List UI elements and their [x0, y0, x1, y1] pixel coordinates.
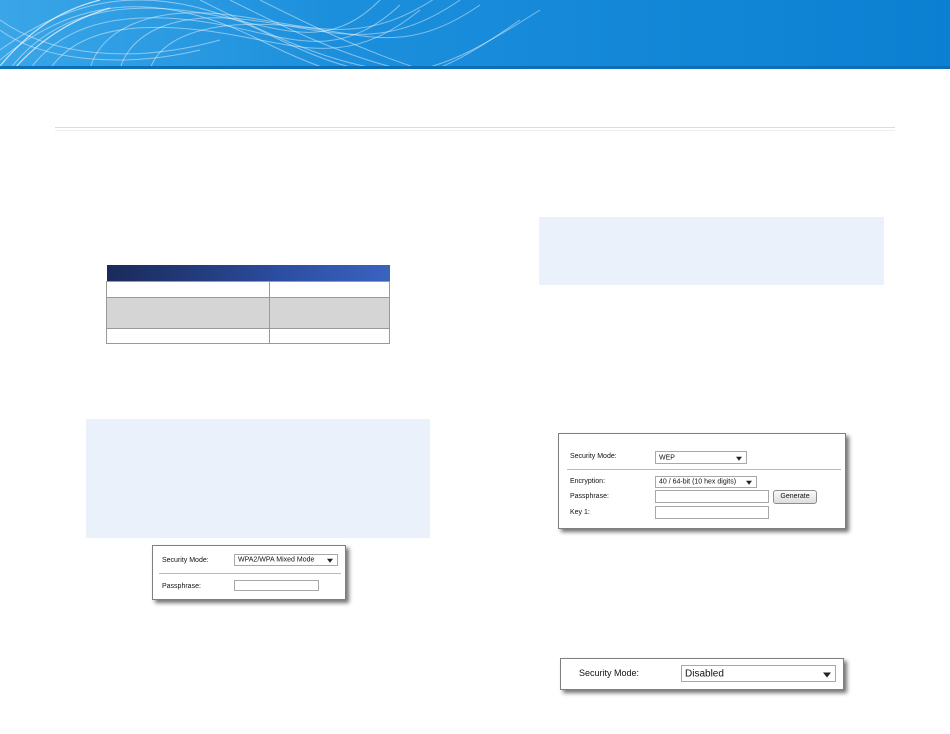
chevron-down-icon [823, 672, 831, 677]
panel-divider [159, 573, 341, 574]
key1-input[interactable] [655, 506, 769, 519]
security-mode-select[interactable]: WPA2/WPA Mixed Mode [234, 554, 338, 566]
security-mode-value: WPA2/WPA Mixed Mode [238, 556, 315, 564]
encryption-value: 40 / 64-bit (10 hex digits) [659, 478, 737, 486]
table-row [106, 281, 390, 298]
disabled-security-panel: Security Mode: Disabled [560, 658, 844, 690]
table-row [106, 328, 390, 344]
passphrase-label: Passphrase: [162, 583, 201, 590]
security-table [106, 265, 390, 344]
chevron-down-icon [327, 558, 333, 563]
table-header-cell [106, 265, 270, 282]
table-cell [106, 328, 270, 344]
table-cell [269, 328, 390, 344]
chevron-down-icon [736, 456, 742, 461]
security-mode-label: Security Mode: [579, 668, 640, 678]
title-divider [55, 127, 895, 128]
security-mode-label: Security Mode: [162, 557, 209, 564]
chevron-down-icon [746, 480, 752, 485]
passphrase-label: Passphrase: [570, 493, 609, 500]
security-mode-select[interactable]: WEP [655, 451, 747, 464]
security-mode-value: Disabled [685, 668, 724, 679]
table-cell [106, 281, 270, 298]
security-mode-label: Security Mode: [570, 453, 617, 460]
generate-button[interactable]: Generate [773, 490, 817, 504]
note-box-left [86, 419, 430, 538]
table-cell [106, 297, 270, 329]
header-banner [0, 0, 950, 69]
title-divider-shadow [55, 130, 895, 131]
wep-security-panel: Security Mode: WEP Encryption: 40 / 64-b… [558, 433, 846, 529]
panel-divider [567, 469, 841, 470]
banner-graphic [0, 0, 950, 69]
table-cell [269, 281, 390, 298]
passphrase-input[interactable] [655, 490, 769, 503]
security-mode-select[interactable]: Disabled [681, 665, 836, 682]
security-mode-value: WEP [659, 454, 675, 461]
encryption-select[interactable]: 40 / 64-bit (10 hex digits) [655, 476, 757, 488]
table-header-cell [269, 265, 390, 282]
note-box-right [539, 217, 884, 285]
encryption-label: Encryption: [570, 478, 606, 485]
passphrase-input[interactable] [234, 580, 319, 591]
table-row [106, 297, 390, 329]
table-cell [269, 297, 390, 329]
key1-label: Key 1: [570, 509, 590, 516]
wpa-security-panel: Security Mode: WPA2/WPA Mixed Mode Passp… [152, 545, 346, 600]
